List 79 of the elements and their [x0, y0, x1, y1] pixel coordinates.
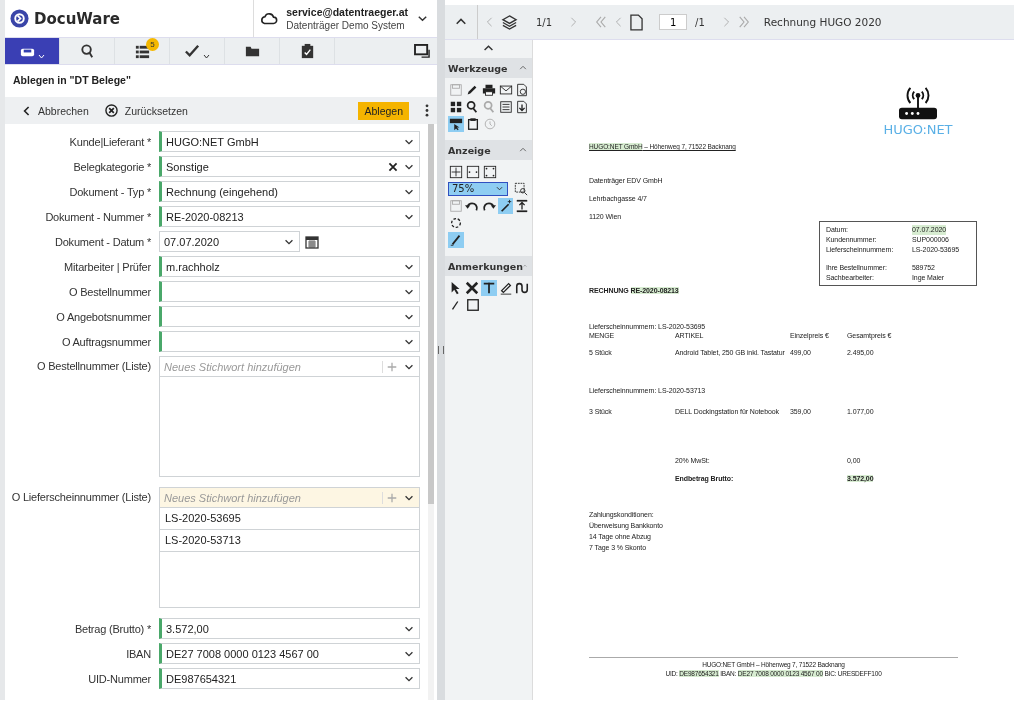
select-field[interactable]	[159, 331, 420, 352]
calendar-icon[interactable]	[305, 234, 319, 249]
align-top-icon[interactable]	[514, 197, 530, 214]
pen-stamp-icon[interactable]	[448, 231, 464, 248]
list-document-icon[interactable]	[497, 98, 514, 115]
field-label: O Auftragsnummer	[60, 335, 152, 348]
keyword-entry[interactable]: LS-2020-53695	[160, 508, 419, 530]
fit-width-icon[interactable]	[465, 163, 481, 180]
tool-section-header[interactable]: Anmerkungen	[445, 256, 532, 276]
field-label: Dokument - Datum *	[53, 235, 152, 248]
cancel-button[interactable]: Abbrechen	[23, 104, 89, 117]
chevron-down-icon	[495, 184, 504, 193]
document-info-icon[interactable]	[514, 81, 530, 98]
field-label: O Lieferscheinnummer (Liste)	[10, 490, 152, 503]
select-cursor-icon[interactable]	[448, 115, 464, 132]
field-label: Betrag (Brutto) *	[73, 622, 152, 635]
select-field[interactable]: DE987654321	[159, 668, 420, 689]
window-icon[interactable]	[414, 43, 431, 59]
zoom-select[interactable]: 75%	[448, 181, 508, 196]
field-label: O Bestellnummer	[68, 285, 152, 298]
select-field[interactable]: m.rachholz	[159, 256, 420, 277]
clear-icon[interactable]	[388, 161, 398, 172]
field-label: Mitarbeiter | Prüfer	[63, 260, 152, 273]
tool-section-header[interactable]: Werkzeuge	[445, 58, 532, 78]
nav-tab[interactable]	[5, 38, 60, 64]
splitter-handle[interactable]	[437, 0, 445, 700]
clear-icon	[104, 104, 118, 117]
date-field[interactable]: 07.07.2020	[159, 231, 300, 252]
checkmark-icon	[184, 42, 201, 60]
download-icon[interactable]	[514, 98, 530, 115]
tool-section-header[interactable]: Anzeige	[445, 140, 532, 160]
logo-icon	[10, 9, 29, 28]
keyword-entry[interactable]: LS-2020-53713	[160, 530, 419, 552]
submit-button[interactable]: Ablegen	[358, 101, 409, 120]
select-field[interactable]: RE-2020-08213	[159, 206, 420, 227]
form-title: Ablegen in "DT Belege"	[12, 73, 132, 88]
system-name: Datenträger Demo System	[286, 18, 406, 32]
document-title: Rechnung HUGO 2020	[763, 16, 882, 28]
select-field[interactable]: Sonstige	[159, 156, 420, 177]
select-field[interactable]: Rechnung (eingehend)	[159, 181, 420, 202]
field-label: O Angebotsnummer	[55, 310, 152, 323]
select-field[interactable]: HUGO:NET GmbH	[159, 131, 420, 152]
field-label: Dokument - Typ *	[68, 185, 152, 198]
field-label: UID-Nummer	[87, 672, 152, 685]
router-icon	[897, 84, 939, 122]
more-icon[interactable]	[425, 104, 429, 117]
scrollbar[interactable]	[428, 124, 434, 700]
count-badge: 5	[146, 38, 159, 51]
layers-icon[interactable]	[501, 13, 518, 31]
field-label: Belegkategorie *	[72, 160, 152, 173]
field-label: O Bestellnummer (Liste)	[36, 359, 152, 372]
account-email: service@datentraeger.at	[286, 5, 408, 19]
fit-page-icon[interactable]	[448, 163, 464, 180]
brand-name: DocuWare	[34, 9, 121, 28]
search-icon	[78, 42, 96, 60]
select-field[interactable]	[159, 281, 420, 302]
layer-counter: 1/1	[536, 16, 553, 28]
field-label: Dokument - Nummer *	[44, 210, 152, 223]
clipboard-icon[interactable]	[465, 115, 481, 132]
caret-icon	[38, 52, 45, 60]
select-field[interactable]: 3.572,00	[159, 618, 420, 639]
magic-wand-icon[interactable]	[497, 197, 514, 214]
page-field[interactable]: 1	[659, 14, 688, 30]
fullscreen-icon[interactable]	[482, 163, 498, 180]
text-tool-icon[interactable]	[481, 279, 497, 296]
zoom-area-icon[interactable]	[513, 180, 529, 197]
page-total: /1	[695, 16, 705, 28]
caret-icon	[203, 52, 210, 60]
select-field[interactable]: DE27 7008 0000 0123 4567 00	[159, 643, 420, 664]
field-label: Kunde|Lieferant *	[68, 135, 152, 148]
field-label: IBAN	[125, 647, 152, 660]
delete-icon[interactable]	[464, 279, 481, 296]
company-logo-text: HUGO:NET	[883, 122, 953, 137]
page-icon	[630, 13, 644, 31]
cloud-icon[interactable]	[260, 12, 279, 25]
chevron-left-icon	[23, 105, 31, 116]
rectangle-tool-icon[interactable]	[465, 296, 481, 313]
reset-button[interactable]: Zurücksetzen	[104, 104, 188, 117]
select-field[interactable]	[159, 306, 420, 327]
